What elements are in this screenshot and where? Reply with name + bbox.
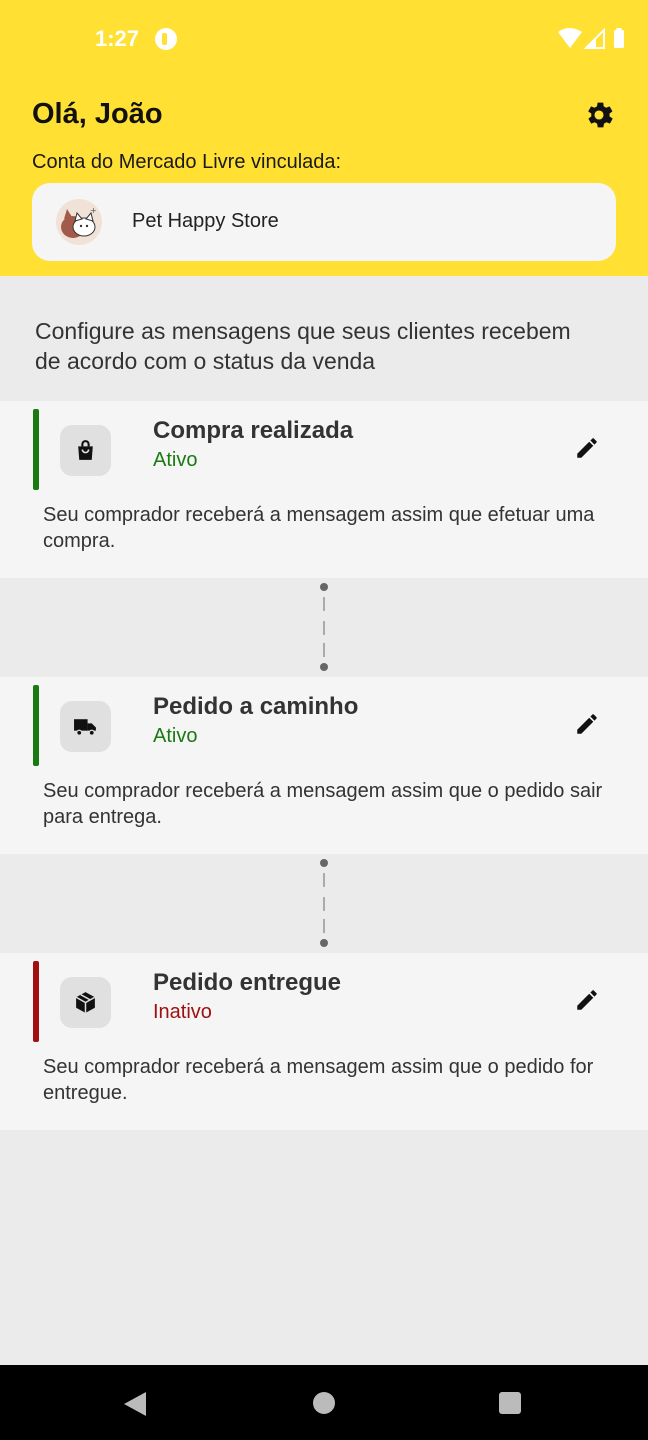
package-icon bbox=[75, 992, 96, 1013]
truck-icon bbox=[74, 719, 96, 736]
status-indicator-bar bbox=[33, 409, 39, 490]
store-avatar: + bbox=[56, 199, 102, 245]
back-icon[interactable] bbox=[122, 1390, 148, 1418]
account-label: Conta do Mercado Livre vinculada: bbox=[32, 151, 342, 173]
intro-text: Configure as mensagens que seus clientes… bbox=[35, 318, 571, 374]
truck-icon-box bbox=[60, 701, 111, 752]
gear-icon[interactable] bbox=[582, 98, 616, 132]
card-title: Pedido a caminho bbox=[153, 693, 359, 720]
package-icon-box bbox=[60, 977, 111, 1028]
card-description: Seu comprador receberá a mensagem assim … bbox=[43, 504, 595, 552]
edit-icon[interactable] bbox=[574, 435, 600, 461]
edit-icon[interactable] bbox=[574, 987, 600, 1013]
battery-icon bbox=[614, 30, 624, 48]
header: 1:27 Olá, João Conta do Mercado Livre vi… bbox=[0, 0, 648, 276]
store-name: Pet Happy Store bbox=[132, 210, 279, 232]
timeline-connector bbox=[320, 583, 328, 671]
status-icons bbox=[558, 27, 624, 49]
status-indicator-bar bbox=[33, 961, 39, 1042]
edit-icon[interactable] bbox=[574, 711, 600, 737]
greeting: Olá, João bbox=[32, 98, 163, 130]
svg-text:+: + bbox=[90, 206, 97, 215]
shopping-bag-icon bbox=[78, 440, 93, 460]
card-title: Pedido entregue bbox=[153, 969, 342, 996]
wifi-icon bbox=[558, 28, 582, 48]
card-status: Ativo bbox=[153, 449, 198, 471]
linked-account-card[interactable]: + Pet Happy Store bbox=[32, 183, 616, 261]
card-title: Compra realizada bbox=[153, 417, 354, 444]
card-status: Inativo bbox=[153, 1001, 212, 1023]
message-card-pedido-entregue[interactable]: Pedido entregue Inativo Seu comprador re… bbox=[0, 953, 648, 1130]
app-notification-icon bbox=[155, 28, 177, 50]
shopping-bag-icon-box bbox=[60, 425, 111, 476]
message-card-compra-realizada[interactable]: Compra realizada Ativo Seu comprador rec… bbox=[0, 401, 648, 578]
status-indicator-bar bbox=[33, 685, 39, 766]
message-card-pedido-a-caminho[interactable]: Pedido a caminho Ativo Seu comprador rec… bbox=[0, 677, 648, 854]
recents-icon[interactable] bbox=[498, 1391, 522, 1415]
card-description: Seu comprador receberá a mensagem assim … bbox=[43, 1056, 594, 1104]
card-description: Seu comprador receberá a mensagem assim … bbox=[43, 780, 603, 828]
home-icon[interactable] bbox=[312, 1391, 336, 1415]
status-time: 1:27 bbox=[95, 26, 140, 51]
card-status: Ativo bbox=[153, 725, 198, 747]
timeline-connector bbox=[320, 859, 328, 947]
system-navigation-bar bbox=[0, 1365, 648, 1440]
